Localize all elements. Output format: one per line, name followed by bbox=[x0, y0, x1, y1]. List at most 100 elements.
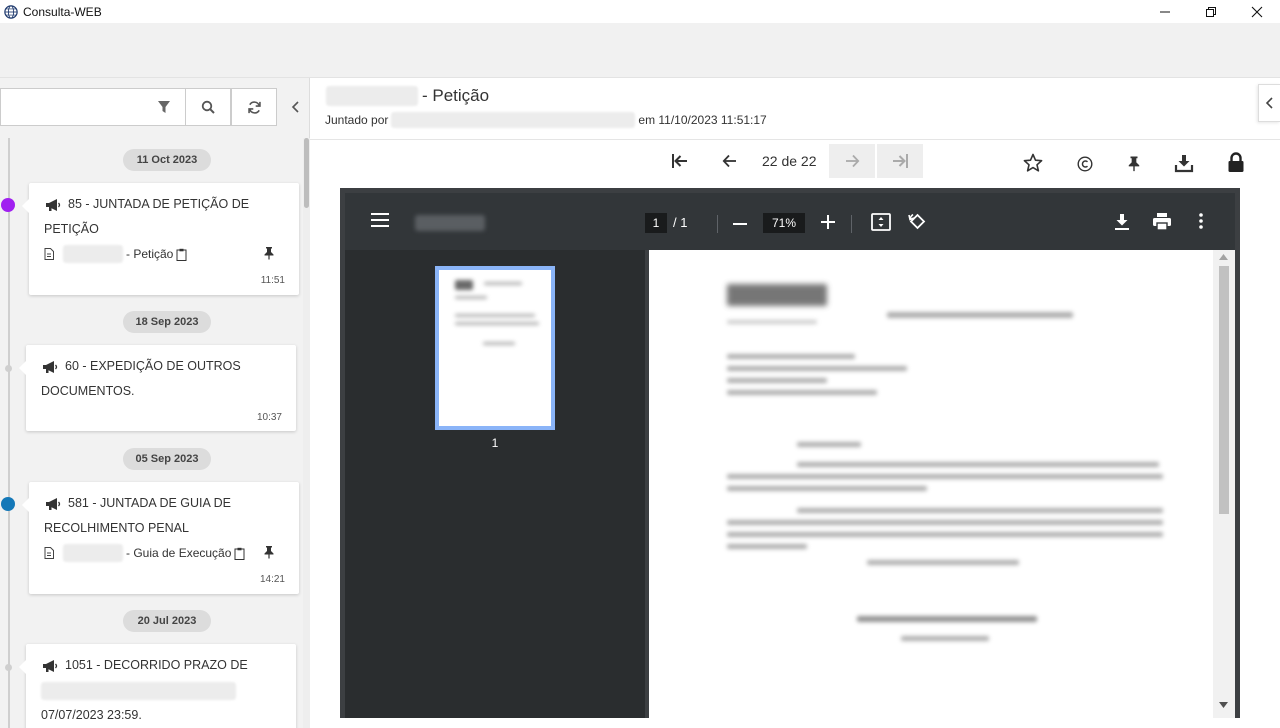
date-separator: 18 Sep 2023 bbox=[123, 311, 211, 333]
document-title: - Petição bbox=[326, 86, 489, 106]
timeline-card[interactable]: 85 - JUNTADA DE PETIÇÃO DE PETIÇÃO - Pet… bbox=[22, 183, 299, 295]
scrollbar-thumb[interactable] bbox=[304, 138, 309, 208]
juntado-date: em 11/10/2023 11:51:17 bbox=[638, 113, 767, 127]
filter-icon[interactable] bbox=[157, 100, 171, 114]
rotate-icon[interactable] bbox=[908, 212, 927, 231]
timeline-dot bbox=[1, 497, 15, 511]
timeline-dot bbox=[1, 198, 15, 212]
pin-icon[interactable] bbox=[263, 246, 275, 260]
refresh-icon bbox=[247, 100, 261, 114]
redacted-file-name bbox=[415, 215, 485, 231]
page-number-input[interactable]: 1 bbox=[645, 213, 667, 233]
document-icon bbox=[44, 547, 54, 559]
previous-page-button[interactable] bbox=[707, 144, 753, 178]
redacted-doc-id bbox=[63, 544, 123, 562]
clipboard-icon[interactable] bbox=[234, 547, 245, 560]
card-title-line1: 1051 - DECORRIDO PRAZO DE bbox=[65, 658, 248, 672]
document-nav-bar: 22 de 22 bbox=[310, 140, 1280, 188]
collapse-panel-button[interactable] bbox=[283, 88, 309, 126]
card-title-line2: RECOLHIMENTO PENAL bbox=[44, 521, 189, 535]
card-title-line3: 07/07/2023 23:59. bbox=[41, 708, 142, 722]
document-subtitle: Juntado por em 11/10/2023 11:51:17 bbox=[325, 112, 767, 128]
refresh-button[interactable] bbox=[231, 88, 277, 126]
scroll-up-icon[interactable] bbox=[1219, 254, 1228, 260]
search-input[interactable] bbox=[0, 88, 185, 126]
search-button[interactable] bbox=[185, 88, 231, 126]
timeline-card[interactable]: 581 - JUNTADA DE GUIA DE RECOLHIMENTO PE… bbox=[22, 482, 299, 594]
minimize-icon bbox=[1160, 11, 1170, 12]
timeline-scrollbar[interactable] bbox=[303, 138, 310, 728]
toolbar-band bbox=[0, 23, 1280, 78]
search-bar bbox=[0, 88, 277, 126]
restore-button[interactable] bbox=[1188, 0, 1234, 23]
toolbar-divider bbox=[851, 215, 852, 233]
pdf-page-canvas[interactable] bbox=[649, 250, 1213, 718]
print-icon[interactable] bbox=[1153, 213, 1171, 230]
chevron-left-icon bbox=[291, 101, 299, 113]
next-page-button[interactable] bbox=[829, 144, 875, 178]
fit-page-icon[interactable] bbox=[871, 213, 891, 231]
download-icon[interactable] bbox=[1174, 153, 1194, 173]
page-counter: 22 de 22 bbox=[762, 153, 817, 169]
zoom-out-icon[interactable] bbox=[733, 217, 747, 231]
copyright-icon[interactable] bbox=[1077, 156, 1093, 172]
card-title-line1: 85 - JUNTADA DE PETIÇÃO DE bbox=[68, 197, 250, 211]
close-button[interactable] bbox=[1234, 0, 1280, 23]
page-thumbnail[interactable] bbox=[435, 266, 555, 430]
last-page-button[interactable] bbox=[877, 144, 923, 178]
timeline-card[interactable]: 1051 - DECORRIDO PRAZO DE 07/07/2023 23:… bbox=[19, 644, 296, 728]
window-title: Consulta-WEB bbox=[23, 4, 102, 19]
expand-side-panel-button[interactable] bbox=[1258, 84, 1280, 122]
timeline-panel: 11 Oct 2023 85 - JUNTADA DE PETIÇÃO DE P… bbox=[0, 78, 310, 728]
card-title-line2: PETIÇÃO bbox=[44, 222, 99, 236]
arrow-right-icon bbox=[846, 154, 860, 168]
date-separator: 20 Jul 2023 bbox=[123, 610, 211, 632]
scroll-down-icon[interactable] bbox=[1219, 702, 1228, 708]
thumbnail-number: 1 bbox=[491, 436, 499, 450]
more-options-icon[interactable] bbox=[1199, 213, 1203, 229]
menu-icon[interactable] bbox=[371, 213, 389, 227]
zoom-input[interactable]: 71% bbox=[763, 213, 805, 233]
close-icon bbox=[1251, 6, 1263, 17]
redacted-doc-id bbox=[63, 245, 123, 263]
chevron-left-icon bbox=[1265, 97, 1273, 109]
download-icon[interactable] bbox=[1115, 214, 1129, 230]
card-title-line1: 581 - JUNTADA DE GUIA DE bbox=[68, 496, 232, 510]
timeline-dot bbox=[5, 365, 12, 372]
card-time: 14:21 bbox=[259, 574, 285, 585]
timeline-line bbox=[8, 138, 10, 728]
card-time: 10:37 bbox=[256, 412, 282, 423]
pdf-scrollbar[interactable] bbox=[1213, 250, 1235, 718]
megaphone-icon bbox=[43, 659, 58, 672]
pin-icon[interactable] bbox=[1127, 155, 1141, 172]
megaphone-icon bbox=[46, 497, 61, 510]
pin-icon[interactable] bbox=[263, 545, 275, 559]
card-time: 11:51 bbox=[260, 275, 285, 286]
doc-link[interactable]: - Guia de Execução bbox=[126, 546, 231, 560]
timeline-card[interactable]: 60 - EXPEDIÇÃO DE OUTROS DOCUMENTOS. 10:… bbox=[19, 345, 296, 431]
timeline-list: 11 Oct 2023 85 - JUNTADA DE PETIÇÃO DE P… bbox=[0, 138, 302, 728]
date-separator: 11 Oct 2023 bbox=[123, 149, 211, 171]
timeline-dot bbox=[5, 664, 12, 671]
zoom-in-icon[interactable] bbox=[821, 215, 835, 229]
first-page-button[interactable] bbox=[657, 144, 703, 178]
pdf-scrollbar-thumb[interactable] bbox=[1219, 266, 1229, 514]
toolbar-divider bbox=[717, 215, 718, 233]
page-total: / 1 bbox=[673, 215, 688, 230]
redacted-doc-id bbox=[326, 86, 418, 106]
minimize-button[interactable] bbox=[1142, 0, 1188, 23]
card-title-line1: 60 - EXPEDIÇÃO DE OUTROS bbox=[65, 359, 241, 373]
clipboard-icon[interactable] bbox=[176, 248, 187, 261]
thumbnail-sidebar: 1 bbox=[345, 250, 645, 718]
globe-icon bbox=[4, 4, 18, 19]
card-title-line2: DOCUMENTOS. bbox=[41, 384, 135, 398]
restore-icon bbox=[1206, 6, 1216, 17]
title-bar: Consulta-WEB bbox=[0, 0, 1280, 23]
doc-link[interactable]: - Petição bbox=[126, 247, 173, 261]
megaphone-icon bbox=[43, 360, 58, 373]
megaphone-icon bbox=[46, 198, 61, 211]
lock-icon[interactable] bbox=[1227, 152, 1245, 173]
first-page-icon bbox=[672, 154, 687, 168]
document-icon bbox=[44, 248, 54, 260]
star-icon[interactable] bbox=[1023, 153, 1043, 173]
